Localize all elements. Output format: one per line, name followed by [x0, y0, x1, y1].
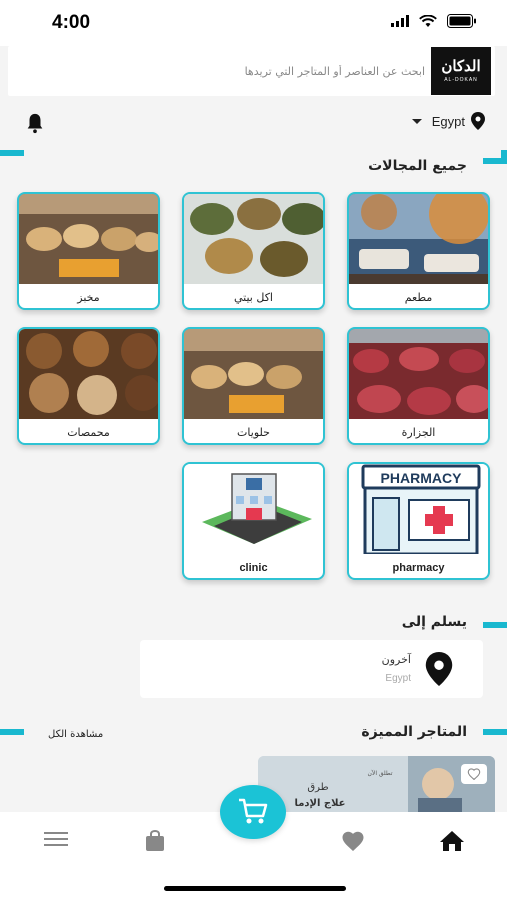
- deliver-address-card[interactable]: آخرون Egypt: [140, 640, 483, 698]
- category-label: حلويات: [237, 426, 270, 439]
- banner-tag: تطلق الآن: [368, 769, 393, 777]
- banner-text-2: علاج الإدما: [294, 798, 345, 809]
- section-accent-left: [0, 150, 24, 156]
- featured-store-card[interactable]: طرق علاج الإدما تطلق الآن: [258, 756, 495, 816]
- category-card-butcher[interactable]: الجزارة: [347, 327, 490, 445]
- category-label: الجزارة: [401, 426, 436, 439]
- category-card-clinic[interactable]: clinic: [182, 462, 325, 580]
- roastery-image: [19, 329, 158, 419]
- category-card-sweets[interactable]: حلويات: [182, 327, 325, 445]
- featured-accent-right: [483, 729, 507, 735]
- app-logo: الدكان AL-DOKAN: [431, 47, 491, 95]
- deliver-country: Egypt: [385, 673, 411, 684]
- category-label: pharmacy: [392, 562, 445, 574]
- bakery-image: [19, 194, 158, 284]
- bag-icon[interactable]: [144, 830, 166, 852]
- category-label: محمصات: [67, 426, 110, 439]
- clinic-image: [184, 464, 323, 554]
- favorite-button[interactable]: [461, 764, 487, 784]
- chevron-down-icon: [411, 118, 422, 124]
- cart-icon: [239, 798, 268, 824]
- sweets-image: [184, 329, 323, 419]
- location-pin-icon: [425, 652, 453, 686]
- category-card-roastery[interactable]: محمصات: [17, 327, 160, 445]
- status-bar: 4:00: [0, 0, 507, 46]
- category-card-pharmacy[interactable]: PHARMACY pharmacy: [347, 462, 490, 580]
- heart-icon[interactable]: [340, 830, 366, 852]
- category-label: clinic: [239, 562, 268, 574]
- section-accent-right: [483, 150, 507, 164]
- category-card-home-food[interactable]: اكل بيتي: [182, 192, 325, 310]
- deliver-title: يسلم إلى: [401, 614, 467, 630]
- butcher-image: [349, 329, 488, 419]
- view-all-link[interactable]: مشاهدة الكل: [48, 729, 103, 740]
- wifi-icon: [419, 14, 437, 27]
- status-time: 4:00: [52, 12, 91, 33]
- banner-text-1: طرق: [307, 782, 328, 793]
- logo-main-text: الدكان: [441, 57, 481, 75]
- menu-icon[interactable]: [44, 830, 68, 848]
- svg-text:PHARMACY: PHARMACY: [381, 470, 463, 486]
- signal-icon: [391, 15, 409, 27]
- home-food-image: [184, 194, 323, 284]
- category-card-bakery[interactable]: مخبز: [17, 192, 160, 310]
- featured-accent-left: [0, 729, 24, 735]
- category-label: مخبز: [77, 291, 100, 304]
- country-select[interactable]: Egypt: [411, 112, 485, 130]
- category-card-restaurant[interactable]: مطعم: [347, 192, 490, 310]
- featured-title: المتاجر المميزة: [361, 724, 467, 740]
- deliver-name: آخرون: [381, 653, 411, 666]
- store-banner-image: طرق علاج الإدما تطلق الآن: [258, 756, 495, 816]
- pharmacy-image: PHARMACY: [349, 464, 488, 554]
- home-indicator: [164, 886, 346, 891]
- battery-icon: [447, 14, 476, 28]
- restaurant-image: [349, 194, 488, 284]
- bell-icon[interactable]: [24, 112, 46, 134]
- home-icon[interactable]: [439, 830, 465, 852]
- category-label: اكل بيتي: [234, 291, 273, 304]
- deliver-accent: [483, 622, 507, 628]
- status-icons: [391, 14, 477, 28]
- category-label: مطعم: [404, 291, 433, 304]
- location-pin-icon: [471, 112, 485, 130]
- logo-sub-text: AL-DOKAN: [444, 77, 478, 83]
- categories-title: جميع المجالات: [368, 158, 467, 174]
- country-label: Egypt: [431, 113, 465, 129]
- cart-button[interactable]: [220, 785, 286, 839]
- heart-outline-icon: [467, 768, 481, 780]
- search-bar: الدكان AL-DOKAN: [8, 46, 495, 96]
- search-input[interactable]: [65, 56, 425, 86]
